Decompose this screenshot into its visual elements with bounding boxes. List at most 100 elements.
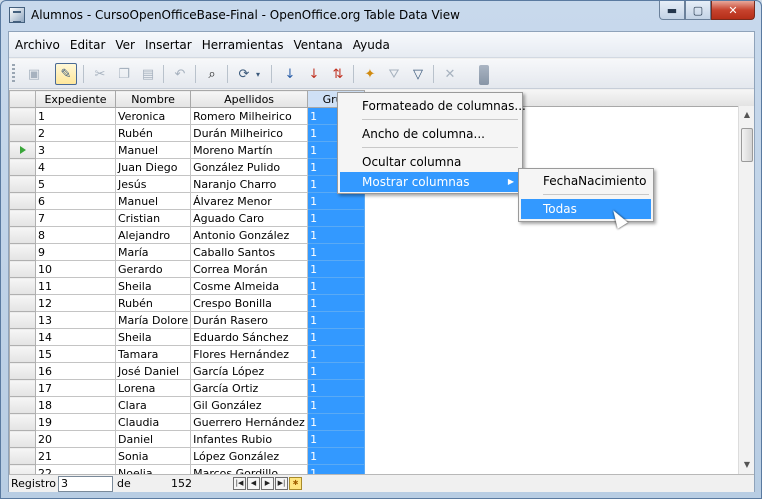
cell-apellidos[interactable]: González Pulido <box>190 158 309 176</box>
cell-nombre[interactable]: Jesús <box>114 175 192 193</box>
autofilter-icon[interactable]: ✦ <box>359 63 381 85</box>
cell-expediente[interactable]: 3 <box>35 141 116 159</box>
cell-apellidos[interactable]: Flores Hernández <box>190 345 309 363</box>
cell-nombre[interactable]: Claudia <box>114 413 192 431</box>
cell-grupo[interactable]: 1 <box>307 294 366 312</box>
first-record-icon[interactable]: |◀ <box>233 477 246 490</box>
cell-nombre[interactable]: Lorena <box>114 379 192 397</box>
table-row[interactable]: 10 Gerardo Correa Morán 1 <box>9 260 366 278</box>
vertical-scrollbar[interactable]: ▲ ▼ <box>738 106 754 474</box>
cell-nombre[interactable]: Manuel <box>114 141 192 159</box>
cell-grupo[interactable]: 1 <box>307 362 366 380</box>
table-row[interactable]: 17 Lorena García Ortiz 1 <box>9 379 366 397</box>
menu-ver[interactable]: Ver <box>115 38 135 52</box>
cell-grupo[interactable]: 1 <box>307 209 366 227</box>
paste-icon[interactable]: ▤ <box>137 63 159 85</box>
row-header[interactable] <box>9 107 36 125</box>
cell-expediente[interactable]: 19 <box>35 413 116 431</box>
next-record-icon[interactable]: ▶ <box>261 477 274 490</box>
cell-grupo[interactable]: 1 <box>307 328 366 346</box>
table-row[interactable]: 14 Sheila Eduardo Sánchez 1 <box>9 328 366 346</box>
cell-nombre[interactable]: Sheila <box>114 328 192 346</box>
cell-nombre[interactable]: Clara <box>114 396 192 414</box>
cell-apellidos[interactable]: Gil González <box>190 396 309 414</box>
cell-expediente[interactable]: 17 <box>35 379 116 397</box>
save-icon[interactable]: ▣ <box>23 63 45 85</box>
cell-apellidos[interactable]: Cosme Almeida <box>190 277 309 295</box>
sort-icon[interactable]: ⇅ <box>327 63 349 85</box>
cell-grupo[interactable]: 1 <box>307 311 366 329</box>
row-header[interactable] <box>9 243 36 261</box>
cell-grupo[interactable]: 1 <box>307 430 366 448</box>
cell-grupo[interactable]: 1 <box>307 413 366 431</box>
row-header[interactable] <box>9 141 36 159</box>
cell-expediente[interactable]: 9 <box>35 243 116 261</box>
row-header[interactable] <box>9 260 36 278</box>
row-header[interactable] <box>9 192 36 210</box>
cell-apellidos[interactable]: García Ortiz <box>190 379 309 397</box>
cell-apellidos[interactable]: Antonio González <box>190 226 309 244</box>
edit-mode-icon[interactable]: ✎ <box>55 63 77 85</box>
cell-expediente[interactable]: 6 <box>35 192 116 210</box>
row-header[interactable] <box>9 396 36 414</box>
table-row[interactable]: 13 María Dolore Durán Rasero 1 <box>9 311 366 329</box>
row-header[interactable] <box>9 226 36 244</box>
menu-ocultar-columna[interactable]: Ocultar columna <box>340 152 520 172</box>
cell-expediente[interactable]: 5 <box>35 175 116 193</box>
column-header-apellidos[interactable]: Apellidos <box>190 90 309 108</box>
row-header[interactable] <box>9 209 36 227</box>
menu-editar[interactable]: Editar <box>70 38 106 52</box>
cell-apellidos[interactable]: Álvarez Menor <box>190 192 309 210</box>
cell-nombre[interactable]: Rubén <box>114 294 192 312</box>
standard-filter-icon[interactable]: ⛛ <box>383 63 405 85</box>
row-header[interactable] <box>9 447 36 465</box>
cell-apellidos[interactable]: Crespo Bonilla <box>190 294 309 312</box>
sort-descending-icon[interactable]: ↓ <box>303 63 325 85</box>
cell-grupo[interactable]: 1 <box>307 192 366 210</box>
cell-expediente[interactable]: 10 <box>35 260 116 278</box>
cell-nombre[interactable]: Manuel <box>114 192 192 210</box>
toolbar-overflow-chevron[interactable] <box>479 65 489 85</box>
cell-nombre[interactable]: Veronica <box>114 107 192 125</box>
cell-nombre[interactable]: Gerardo <box>114 260 192 278</box>
menu-mostrar-columnas[interactable]: Mostrar columnas ▶ <box>340 172 520 192</box>
cell-grupo[interactable]: 1 <box>307 260 366 278</box>
cell-expediente[interactable]: 12 <box>35 294 116 312</box>
table-row[interactable]: 16 José Daniel García López 1 <box>9 362 366 380</box>
toolbar-grip[interactable] <box>12 64 15 84</box>
cell-expediente[interactable]: 21 <box>35 447 116 465</box>
new-record-icon[interactable]: ✱ <box>289 477 302 490</box>
scroll-down-icon[interactable]: ▼ <box>741 458 753 472</box>
refresh-icon[interactable]: ⟳ <box>233 63 255 85</box>
row-header[interactable] <box>9 175 36 193</box>
cell-expediente[interactable]: 11 <box>35 277 116 295</box>
cell-nombre[interactable]: Alejandro <box>114 226 192 244</box>
row-header[interactable] <box>9 311 36 329</box>
cell-nombre[interactable]: Sonia <box>114 447 192 465</box>
cell-apellidos[interactable]: Infantes Rubio <box>190 430 309 448</box>
close-button[interactable]: ✕ <box>711 1 755 20</box>
undo-icon[interactable]: ↶ <box>169 63 191 85</box>
table-row[interactable]: 21 Sonia López González 1 <box>9 447 366 465</box>
cell-nombre[interactable]: Cristian <box>114 209 192 227</box>
table-row[interactable]: 5 Jesús Naranjo Charro 1 <box>9 175 366 193</box>
row-header[interactable] <box>9 294 36 312</box>
row-header[interactable] <box>9 277 36 295</box>
cell-expediente[interactable]: 8 <box>35 226 116 244</box>
cell-expediente[interactable]: 2 <box>35 124 116 142</box>
row-header[interactable] <box>9 158 36 176</box>
cell-expediente[interactable]: 1 <box>35 107 116 125</box>
cell-apellidos[interactable]: Moreno Martín <box>190 141 309 159</box>
cell-apellidos[interactable]: García López <box>190 362 309 380</box>
cell-apellidos[interactable]: Romero Milheirico <box>190 107 309 125</box>
menu-ayuda[interactable]: Ayuda <box>353 38 390 52</box>
cut-icon[interactable]: ✂ <box>89 63 111 85</box>
column-header-nombre[interactable]: Nombre <box>114 90 192 108</box>
cell-grupo[interactable]: 1 <box>307 345 366 363</box>
cell-grupo[interactable]: 1 <box>307 396 366 414</box>
table-row[interactable]: 12 Rubén Crespo Bonilla 1 <box>9 294 366 312</box>
row-header[interactable] <box>9 362 36 380</box>
cell-grupo[interactable]: 1 <box>307 243 366 261</box>
previous-record-icon[interactable]: ◀ <box>247 477 260 490</box>
maximize-button[interactable]: ▢ <box>685 1 711 20</box>
